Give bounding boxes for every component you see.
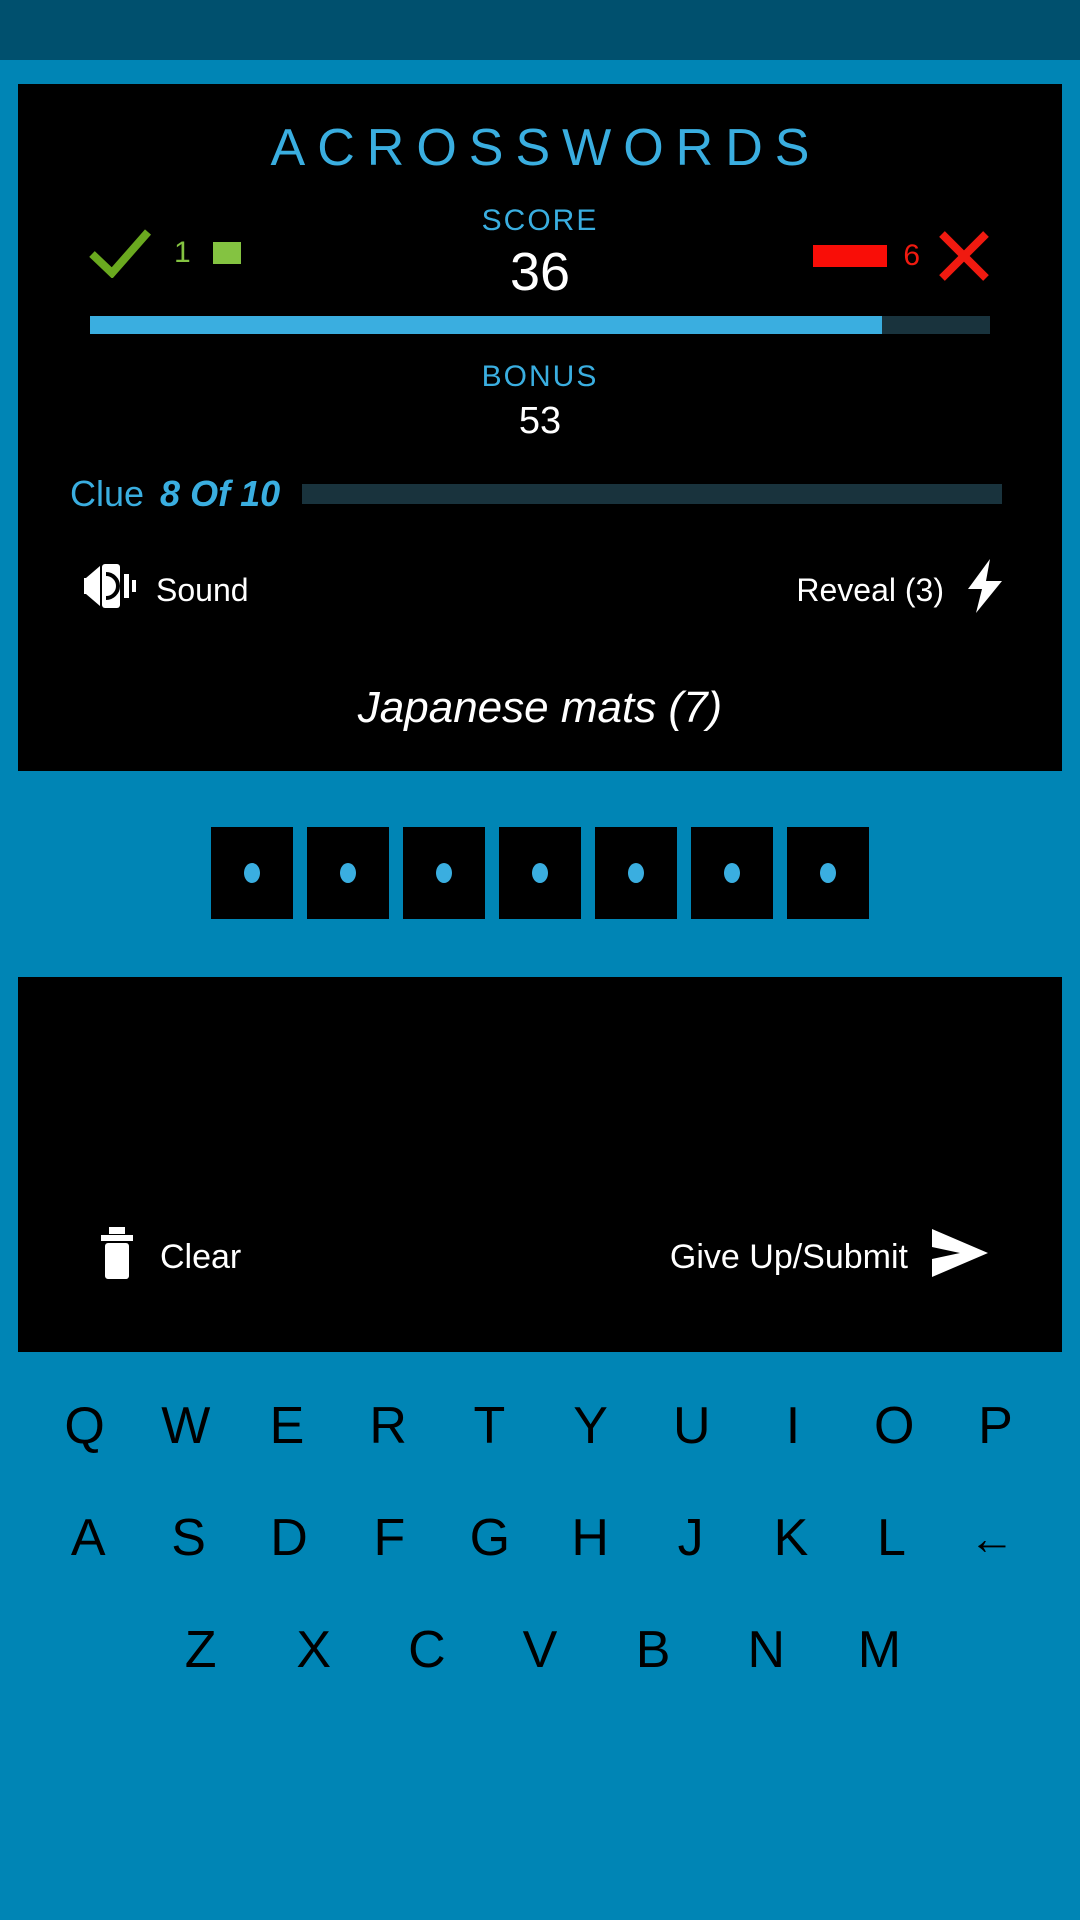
key-h[interactable]: H [540, 1512, 640, 1564]
answer-workspace-panel: Clear Give Up/Submit [18, 977, 1062, 1352]
answer-tile[interactable] [211, 827, 293, 919]
correct-count: 1 [174, 236, 191, 269]
key-i[interactable]: I [742, 1400, 843, 1452]
key-d[interactable]: D [239, 1512, 339, 1564]
empty-tile-dot [628, 863, 644, 883]
submit-button[interactable]: Give Up/Submit [670, 1227, 992, 1288]
answer-tile[interactable] [307, 827, 389, 919]
correct-bar [212, 242, 241, 264]
key-p[interactable]: P [945, 1400, 1046, 1452]
answer-tile[interactable] [787, 827, 869, 919]
reveal-button[interactable]: Reveal (3) [796, 557, 1006, 623]
key-x[interactable]: X [257, 1624, 370, 1676]
clear-button[interactable]: Clear [96, 1225, 241, 1290]
key-a[interactable]: A [38, 1512, 138, 1564]
answer-tile[interactable] [595, 827, 677, 919]
clue-progress-count: 8 Of 10 [160, 473, 281, 514]
key-s[interactable]: S [138, 1512, 238, 1564]
key-b[interactable]: B [597, 1624, 710, 1676]
wrong-stat: 6 [813, 228, 992, 284]
key-e[interactable]: E [236, 1400, 337, 1452]
empty-tile-dot [340, 863, 356, 883]
keyboard-row-2: A S D F G H J K L ← [34, 1482, 1046, 1594]
clue-progress-row: Clue 8 Of 10 [18, 473, 1062, 515]
submit-label: Give Up/Submit [669, 1238, 908, 1276]
check-icon [88, 228, 152, 278]
key-t[interactable]: T [439, 1400, 540, 1452]
score-row: 1 SCORE 36 6 [18, 204, 1062, 308]
arrow-right-icon [930, 1227, 992, 1288]
answer-tile[interactable] [691, 827, 773, 919]
sound-label: Sound [156, 571, 249, 608]
sound-button[interactable]: Sound [80, 560, 249, 620]
clue-progress-label: Clue [70, 473, 145, 514]
status-bar [0, 0, 1080, 60]
action-row: Clear Give Up/Submit [18, 1225, 1062, 1290]
key-f[interactable]: F [339, 1512, 439, 1564]
key-backspace[interactable]: ← [942, 1515, 1042, 1561]
wrong-count: 6 [903, 239, 920, 272]
lightning-bolt-icon [964, 557, 1006, 623]
correct-stat: 1 [88, 228, 241, 278]
clue-progress-bar [302, 484, 1002, 504]
key-j[interactable]: J [640, 1512, 740, 1564]
key-c[interactable]: C [370, 1624, 483, 1676]
clue-text: Japanese mats (7) [357, 683, 723, 732]
key-y[interactable]: Y [540, 1400, 641, 1452]
key-q[interactable]: Q [34, 1400, 135, 1452]
key-z[interactable]: Z [144, 1624, 257, 1676]
key-m[interactable]: M [823, 1624, 936, 1676]
key-l[interactable]: L [841, 1512, 941, 1564]
keyboard-row-3: ZXCVBNM [34, 1594, 1046, 1706]
key-v[interactable]: V [483, 1624, 596, 1676]
key-k[interactable]: K [741, 1512, 841, 1564]
key-u[interactable]: U [641, 1400, 742, 1452]
game-header-panel: ACROSSWORDS 1 SCORE 36 6 BONUS 53 Clue 8… [18, 84, 1062, 771]
controls-row: Sound Reveal (3) [18, 557, 1062, 623]
page-title: ACROSSWORDS [270, 119, 822, 177]
empty-tile-dot [532, 863, 548, 883]
bonus-label: BONUS [481, 360, 599, 393]
empty-tile-dot [436, 863, 452, 883]
cross-icon [936, 228, 992, 284]
reveal-label: Reveal (3) [796, 571, 944, 608]
wrong-bar [813, 245, 888, 267]
score-progress-bar [90, 316, 990, 334]
answer-tiles[interactable] [0, 827, 1080, 919]
speaker-icon [80, 560, 136, 620]
empty-tile-dot [820, 863, 836, 883]
key-n[interactable]: N [710, 1624, 823, 1676]
empty-tile-dot [724, 863, 740, 883]
key-o[interactable]: O [844, 1400, 945, 1452]
key-g[interactable]: G [440, 1512, 540, 1564]
score-progress-fill [90, 316, 882, 334]
answer-tile[interactable] [403, 827, 485, 919]
keyboard-row-1: QWERTYUIOP [34, 1370, 1046, 1482]
key-w[interactable]: W [135, 1400, 236, 1452]
answer-tile[interactable] [499, 827, 581, 919]
empty-tile-dot [244, 863, 260, 883]
bonus-value: 53 [518, 400, 562, 442]
on-screen-keyboard[interactable]: QWERTYUIOP A S D F G H J K L ← ZXCVBNM [0, 1370, 1080, 1706]
clear-label: Clear [160, 1238, 242, 1276]
key-r[interactable]: R [338, 1400, 439, 1452]
trash-icon [96, 1225, 138, 1290]
